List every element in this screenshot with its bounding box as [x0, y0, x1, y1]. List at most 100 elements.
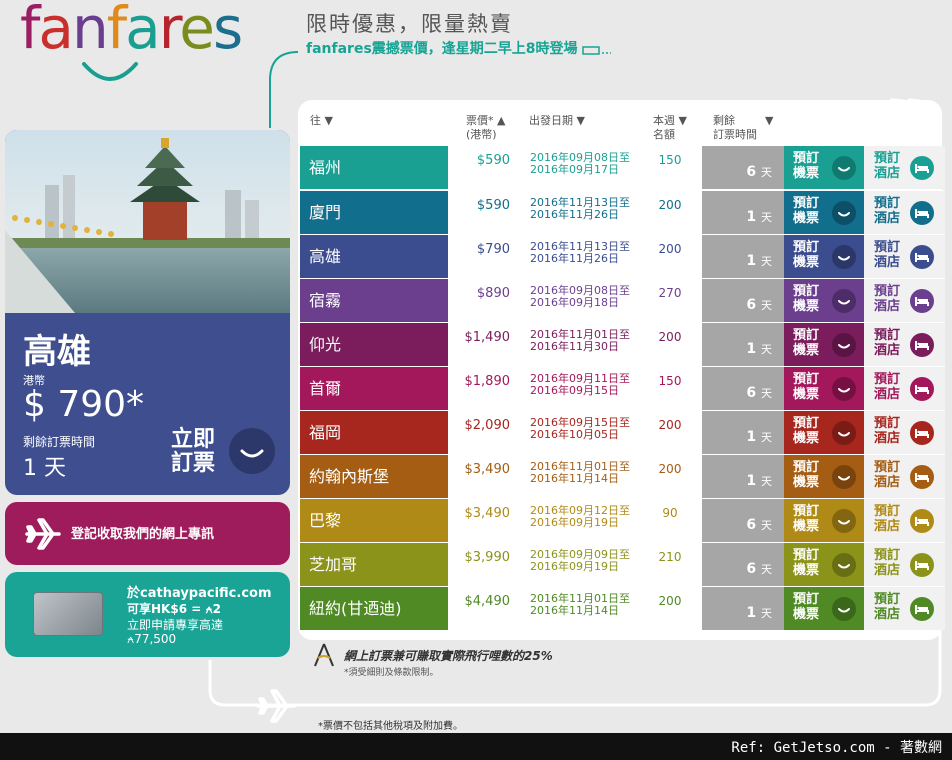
book-hotel-button[interactable]: 預訂 酒店 — [864, 543, 945, 586]
book-flight-button[interactable]: 預訂 機票 — [784, 411, 864, 454]
bed-circle — [910, 509, 934, 533]
travel-dates: 2016年09月15日至 2016年10月05日 — [530, 417, 630, 441]
book-flight-button[interactable]: 預訂 機票 — [784, 323, 864, 366]
seats-available: 150 — [658, 374, 682, 388]
destination-cell[interactable]: 芝加哥 — [300, 543, 448, 586]
book-flight-button[interactable]: 預訂 機票 — [784, 146, 864, 189]
book-hotel-line-2: 酒店 — [874, 387, 901, 402]
smile-circle — [832, 333, 856, 357]
bed-circle — [910, 201, 934, 225]
source-bar: Ref: GetJetso.com - 著數網 — [0, 733, 952, 760]
bed-icon — [915, 341, 929, 350]
book-now-label[interactable]: 立即 訂票 — [171, 428, 215, 476]
book-hotel-line-1: 預訂 — [874, 372, 901, 387]
destination-cell[interactable]: 紐約(甘迺迪) — [300, 587, 448, 630]
travel-dates: 2016年09月08日至 2016年09月17日 — [530, 152, 630, 176]
remaining-time-cell: 1 天 — [702, 455, 784, 498]
sort-by-date[interactable]: 出發日期 ▼ — [529, 114, 585, 128]
fare-row: 約翰內斯堡 $3,490 2016年11月01日至 2016年11月14日 200 1 天… — [300, 454, 945, 498]
destination-cell[interactable]: 高雄 — [300, 235, 448, 278]
bed-circle — [910, 465, 934, 489]
logo-letter: r — [158, 0, 182, 62]
book-flight-line-1: 預訂 — [793, 548, 820, 563]
book-hotel-button[interactable]: 預訂 酒店 — [864, 235, 945, 278]
logo-letter: f — [106, 0, 127, 62]
destination-cell[interactable]: 仰光 — [300, 323, 448, 366]
credit-card-promo-banner[interactable]: 於cathaypacific.com 可享HK$6 = ⍲2 立即申請專享高達 … — [5, 572, 290, 657]
book-hotel-button[interactable]: 預訂 酒店 — [864, 499, 945, 542]
travel-dates: 2016年11月13日至 2016年11月26日 — [530, 197, 630, 221]
book-hotel-button[interactable]: 預訂 酒店 — [864, 323, 945, 366]
fare-row: 芝加哥 $3,990 2016年09月09日至 2016年09月19日 210 6 天 預訂… — [300, 542, 945, 586]
book-hotel-label: 預訂 酒店 — [874, 504, 900, 534]
fare-row: 廈門 $590 2016年11月13日至 2016年11月26日 200 1 天預訂 機票預… — [300, 190, 945, 234]
remaining-time-cell: 1 天 — [702, 587, 784, 630]
promo-line-2: 可享HK$6 = ⍲2 — [127, 602, 222, 616]
book-flight-label: 預訂 機票 — [793, 151, 819, 181]
sort-by-destination[interactable]: 往 ▼ — [310, 114, 333, 128]
destination-cell[interactable]: 廈門 — [300, 191, 448, 234]
smile-circle — [832, 509, 856, 533]
book-flight-line-1: 預訂 — [793, 151, 820, 166]
fare-row: 福岡 $2,090 2016年09月15日至 2016年10月05日 200 1 天 預訂機… — [300, 410, 945, 454]
remaining-time-cell: 1 天 — [702, 411, 784, 454]
book-hotel-button[interactable]: 預訂 酒店 — [864, 367, 945, 410]
miles-earning-text: 網上訂票兼可賺取實際飛行哩數的25% — [344, 649, 553, 663]
book-flight-line-2: 機票 — [793, 343, 820, 358]
destination-cell[interactable]: 首爾 — [300, 367, 448, 410]
book-now-smile-button[interactable] — [229, 428, 275, 474]
book-hotel-button[interactable]: 預訂 酒店 — [864, 455, 945, 498]
sort-by-seats[interactable]: 本週 ▼ 名額 — [653, 114, 687, 142]
book-flight-button[interactable]: 預訂 機票 — [784, 279, 864, 322]
remaining-days: 1 天 — [746, 605, 772, 621]
book-flight-button[interactable]: 預訂 機票 — [784, 543, 864, 586]
day-unit: 天 — [761, 166, 772, 179]
fare-row: 首爾 $1,890 2016年09月11日至 2016年09月15日 150 6 天 預訂機… — [300, 366, 945, 410]
book-hotel-button[interactable]: 預訂 酒店 — [864, 279, 945, 322]
remaining-sort-arrow[interactable]: ▼ — [765, 114, 773, 128]
date-to: 2016年09月18日 — [530, 296, 619, 309]
smile-circle — [832, 156, 856, 180]
sort-by-remaining[interactable]: 剩餘 訂票時間 — [713, 114, 757, 142]
remaining-days-value: 6 — [746, 561, 757, 577]
book-flight-button[interactable]: 預訂 機票 — [784, 367, 864, 410]
remaining-days-value: 1 — [746, 209, 757, 225]
seats-available: 200 — [658, 594, 682, 608]
book-flight-button[interactable]: 預訂 機票 — [784, 191, 864, 234]
featured-deal-card[interactable]: 高雄 港幣 $ 790* 剩餘訂票時間 1 天 立即 訂票 — [5, 130, 290, 495]
newsletter-signup-banner[interactable]: 登記收取我們的網上專訊 — [5, 502, 290, 565]
fanfares-logo[interactable]: fanfares — [20, 0, 280, 100]
book-flight-button[interactable]: 預訂 機票 — [784, 455, 864, 498]
destination-cell[interactable]: 巴黎 — [300, 499, 448, 542]
book-hotel-label: 預訂 酒店 — [874, 151, 900, 181]
smile-icon — [838, 167, 850, 172]
destination-cell[interactable]: 福州 — [300, 146, 448, 189]
fare-header-line-2: (港幣) — [466, 128, 497, 141]
book-flight-line-2: 機票 — [793, 607, 820, 622]
fare-row: 高雄 $790 2016年11月13日至 2016年11月26日 200 1 天預訂 機票預… — [300, 234, 945, 278]
remaining-days: 1 天 — [746, 429, 772, 445]
book-flight-line-2: 機票 — [793, 431, 820, 446]
calendar-icon — [582, 46, 612, 55]
seats-available: 90 — [662, 506, 678, 520]
sort-by-fare[interactable]: 票價* ▲ (港幣) — [466, 114, 505, 142]
seats-header-line-1: 本週 ▼ — [653, 114, 687, 127]
book-hotel-button[interactable]: 預訂 酒店 — [864, 411, 945, 454]
book-hotel-button[interactable]: 預訂 酒店 — [864, 587, 945, 630]
book-flight-button[interactable]: 預訂 機票 — [784, 499, 864, 542]
destination-cell[interactable]: 福岡 — [300, 411, 448, 454]
destination-cell[interactable]: 宿霧 — [300, 279, 448, 322]
book-hotel-button[interactable]: 預訂 酒店 — [864, 146, 945, 189]
book-flight-button[interactable]: 預訂 機票 — [784, 235, 864, 278]
destination-cell[interactable]: 約翰內斯堡 — [300, 455, 448, 498]
bed-icon — [915, 517, 929, 526]
logo-letter: f — [20, 0, 40, 62]
book-hotel-button[interactable]: 預訂 酒店 — [864, 191, 945, 234]
book-flight-button[interactable]: 預訂 機票 — [784, 587, 864, 630]
fare-row: 巴黎 $3,490 2016年09月12日至 2016年09月19日 90 6 天 預訂 機票… — [300, 498, 945, 542]
route-airplane-icon — [256, 689, 296, 723]
bed-icon — [915, 164, 929, 173]
date-to: 2016年09月19日 — [530, 516, 619, 529]
page-title: 限時優惠，限量熱賣 — [306, 12, 513, 36]
featured-destination-photo — [5, 130, 290, 313]
